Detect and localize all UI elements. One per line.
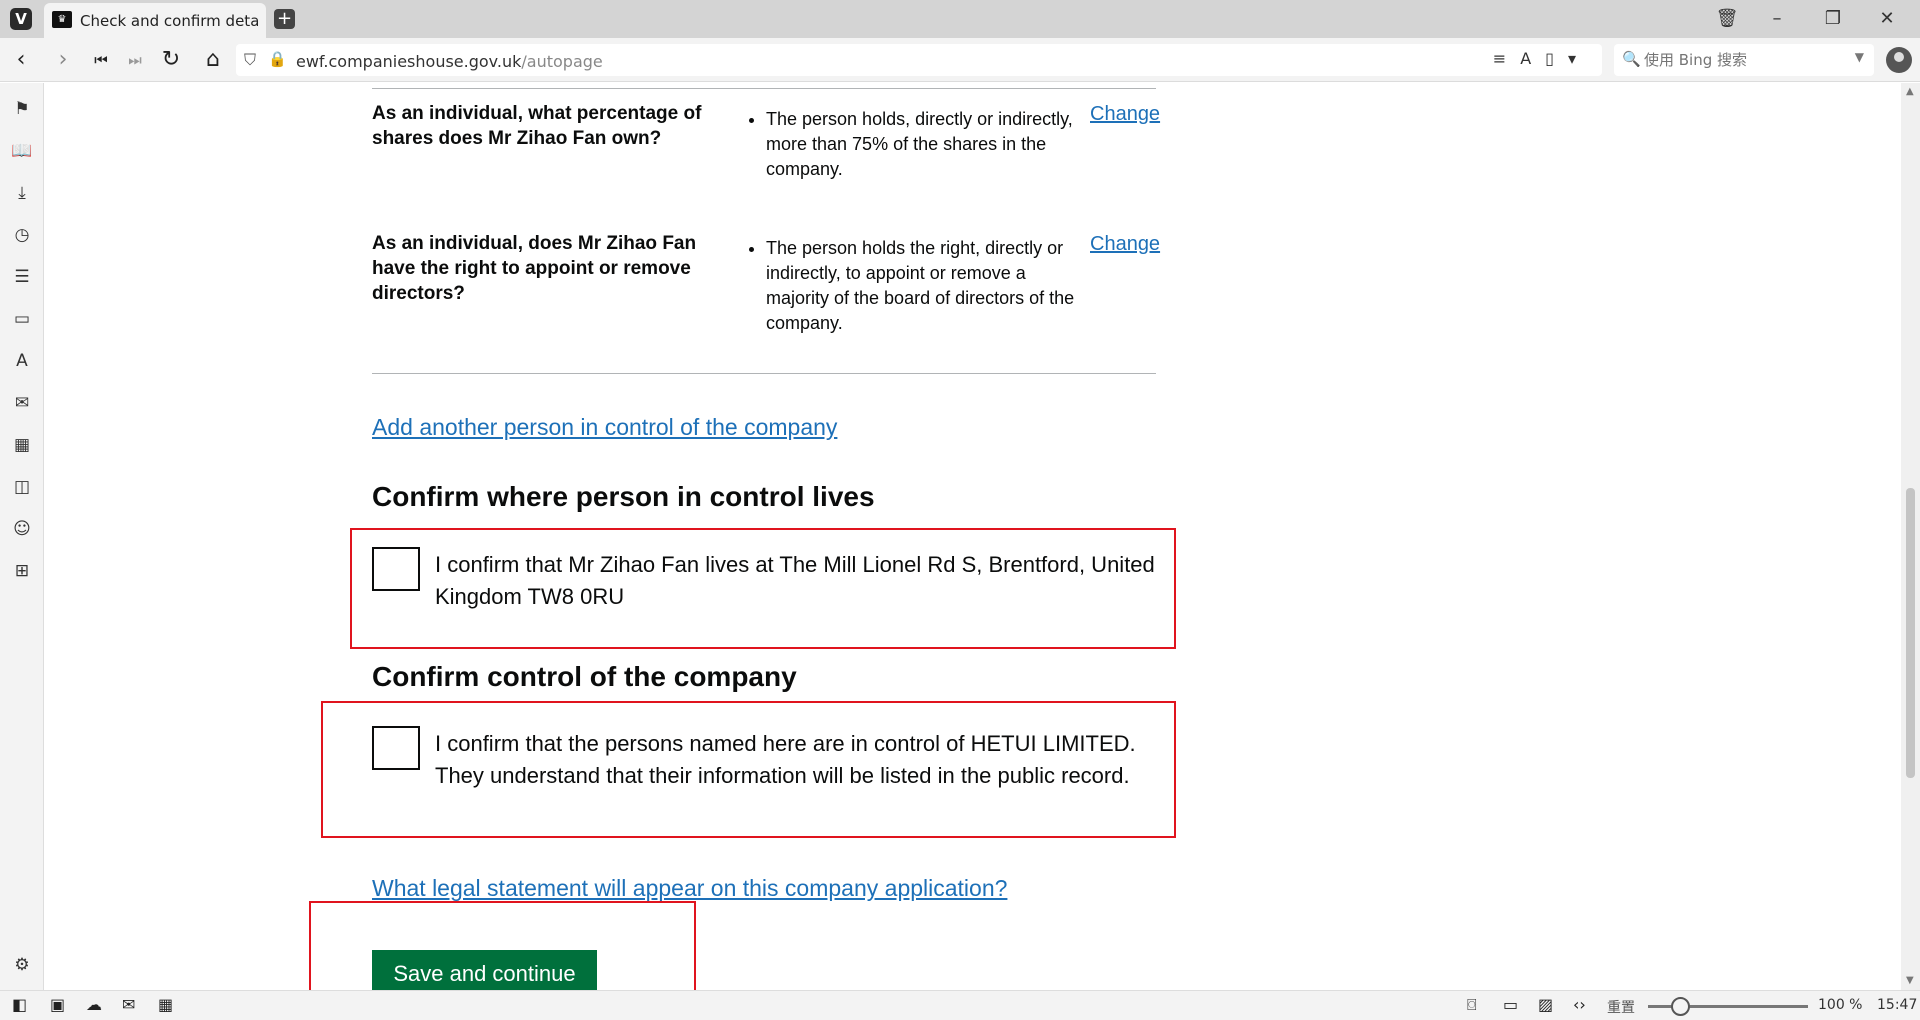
change-link[interactable]: Change xyxy=(1090,233,1160,256)
profile-avatar[interactable] xyxy=(1886,47,1912,73)
scroll-up-icon[interactable]: ▲ xyxy=(1906,86,1914,97)
url-field[interactable]: ⛉ 🔒 ewf.companieshouse.gov.uk/autopage ≡… xyxy=(236,44,1602,76)
back-icon[interactable]: ‹ xyxy=(8,47,34,73)
page-content: As an individual, what percentage of sha… xyxy=(44,83,1901,990)
code-icon[interactable]: ‹› xyxy=(1573,995,1586,1014)
mail-icon[interactable]: ✉ xyxy=(10,391,34,415)
images-icon[interactable]: ▨ xyxy=(1538,995,1553,1014)
add-person-link[interactable]: Add another person in control of the com… xyxy=(372,414,837,441)
residence-checkbox[interactable] xyxy=(372,547,420,591)
search-input[interactable] xyxy=(1644,49,1844,71)
url-text: ewf.companieshouse.gov.uk/autopage xyxy=(296,52,603,71)
window-icon[interactable]: ▭ xyxy=(1503,995,1518,1014)
search-field[interactable]: 🔍 ▼ xyxy=(1614,44,1874,76)
new-tab-icon[interactable]: + xyxy=(274,9,295,29)
legal-statement-link[interactable]: What legal statement will appear on this… xyxy=(372,875,1007,902)
tab-bar: V ♛ Check and confirm details c + 🗑 – ❐ … xyxy=(0,0,1920,38)
vivaldi-menu-icon[interactable]: V xyxy=(10,8,32,30)
divider xyxy=(372,88,1156,89)
scroll-thumb[interactable] xyxy=(1906,488,1915,778)
notes-icon[interactable]: ☰ xyxy=(10,265,34,289)
forward-icon[interactable]: › xyxy=(50,47,76,73)
add-panel-icon[interactable]: ⊞ xyxy=(10,559,34,583)
search-icon: 🔍 xyxy=(1622,50,1641,68)
residence-heading: Confirm where person in control lives xyxy=(372,481,875,512)
save-and-continue-button[interactable]: Save and continue xyxy=(372,950,597,990)
dropdown-icon[interactable]: ▾ xyxy=(1568,49,1590,68)
side-panel: ⚑ 📖 ⤓ ◷ ☰ ▭ A ✉ ▦ ◫ ☺ ⊞ ⚙ xyxy=(0,83,44,990)
window-panel-icon[interactable]: ▭ xyxy=(10,307,34,331)
calendar-icon[interactable]: ▦ xyxy=(10,433,34,457)
change-link[interactable]: Change xyxy=(1090,103,1160,126)
restore-icon[interactable]: ❐ xyxy=(1818,6,1848,32)
lock-icon: 🔒 xyxy=(268,50,287,68)
home-icon[interactable]: ⌂ xyxy=(200,47,226,73)
tab-active[interactable]: ♛ Check and confirm details c xyxy=(44,3,266,38)
control-checkbox[interactable] xyxy=(372,726,420,770)
contacts-icon[interactable]: ☺ xyxy=(10,517,34,541)
tab-title: Check and confirm details c xyxy=(80,12,258,30)
bookmark-icon[interactable]: ▯ xyxy=(1545,49,1568,68)
residence-label[interactable]: I confirm that Mr Zihao Fan lives at The… xyxy=(435,549,1165,613)
history-icon[interactable]: ◷ xyxy=(10,223,34,247)
summary-answer: The person holds the right, directly or … xyxy=(744,236,1084,336)
summary-question: As an individual, does Mr Zihao Fan have… xyxy=(372,233,697,304)
fast-forward-icon[interactable]: ⏭ xyxy=(122,47,148,73)
bookmarks-icon[interactable]: ⚑ xyxy=(10,97,34,121)
control-label[interactable]: I confirm that the persons named here ar… xyxy=(435,728,1165,792)
control-heading: Confirm control of the company xyxy=(372,661,797,692)
reader-icon[interactable]: ≡ xyxy=(1493,49,1520,68)
clock: 15:47 xyxy=(1877,997,1918,1013)
summary-answer: The person holds, directly or indirectly… xyxy=(744,107,1084,182)
rewind-icon[interactable]: ⏮ xyxy=(88,47,114,73)
status-bar: ◧ ▣ ☁ ✉ ▦ ⌼ ▭ ▨ ‹› 重置 100 % 15:47 xyxy=(0,990,1920,1020)
close-icon[interactable]: ✕ xyxy=(1872,6,1902,32)
reading-list-icon[interactable]: 📖 xyxy=(10,139,34,163)
trash-icon[interactable]: 🗑 xyxy=(1712,6,1742,32)
capture-icon[interactable]: ⌼ xyxy=(1467,995,1477,1015)
translate-panel-icon[interactable]: A xyxy=(10,349,34,373)
crown-icon: ♛ xyxy=(52,11,72,28)
scrollbar[interactable]: ▲ ▼ xyxy=(1901,83,1920,990)
feed-icon[interactable]: ◫ xyxy=(10,475,34,499)
address-bar-row: ‹ › ⏮ ⏭ ↻ ⌂ ⛉ 🔒 ewf.companieshouse.gov.u… xyxy=(0,38,1920,82)
panel-toggle-icon[interactable]: ◧ xyxy=(12,995,27,1014)
calendar-status-icon[interactable]: ▦ xyxy=(158,995,173,1014)
translate-icon[interactable]: A xyxy=(1520,49,1545,68)
cloud-icon[interactable]: ☁ xyxy=(86,995,102,1014)
url-tools[interactable]: ≡A▯▾ xyxy=(1493,49,1590,68)
zoom-value: 100 % xyxy=(1818,997,1863,1013)
zoom-reset[interactable]: 重置 xyxy=(1607,997,1635,1017)
scroll-down-icon[interactable]: ▼ xyxy=(1906,975,1914,986)
divider xyxy=(372,373,1156,374)
tiling-icon[interactable]: ▣ xyxy=(50,995,65,1014)
downloads-icon[interactable]: ⤓ xyxy=(10,181,34,205)
summary-question: As an individual, what percentage of sha… xyxy=(372,103,702,149)
settings-icon[interactable]: ⚙ xyxy=(10,953,34,977)
mail-status-icon[interactable]: ✉ xyxy=(122,995,135,1014)
chevron-down-icon[interactable]: ▼ xyxy=(1855,50,1864,64)
zoom-slider-knob[interactable] xyxy=(1671,997,1690,1016)
reload-icon[interactable]: ↻ xyxy=(158,47,184,73)
minimize-icon[interactable]: – xyxy=(1762,6,1792,32)
shield-icon[interactable]: ⛉ xyxy=(244,50,256,70)
